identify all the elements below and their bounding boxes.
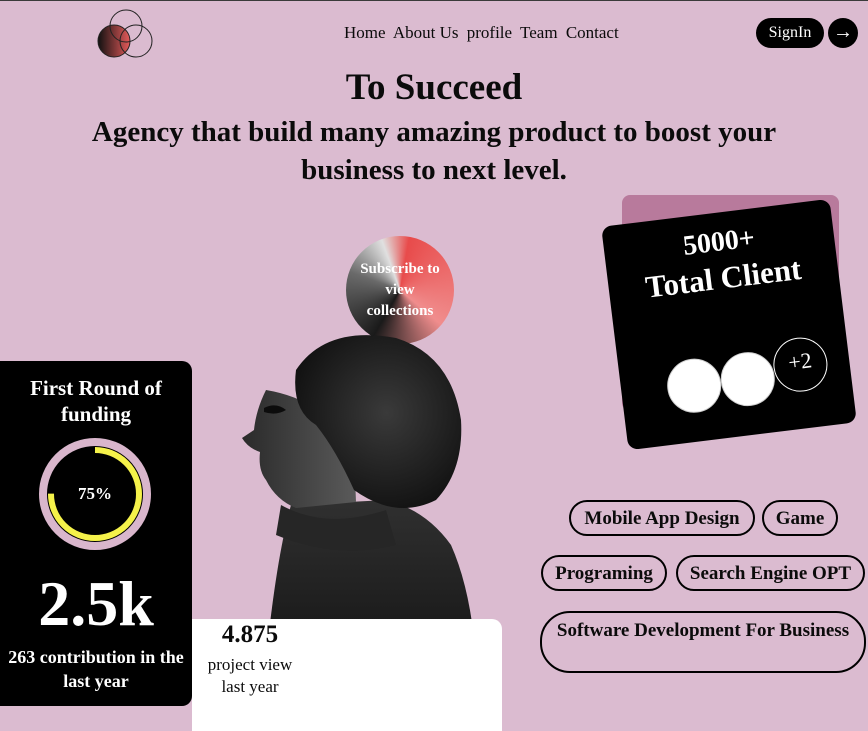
signin-button[interactable]: SignIn xyxy=(756,18,824,48)
nav-profile[interactable]: profile xyxy=(467,23,512,42)
service-search-engine-opt[interactable]: Search Engine OPT xyxy=(676,555,865,591)
service-software-development[interactable]: Software Development For Business xyxy=(540,611,866,673)
progress-percent: 75% xyxy=(78,484,112,503)
funding-card: First Round of funding 75% 2.5k 263 cont… xyxy=(0,361,192,706)
more-clients-badge[interactable]: +2 xyxy=(770,334,831,395)
nav-home[interactable]: Home xyxy=(344,23,386,42)
person-photo xyxy=(242,335,476,660)
service-programing[interactable]: Programing xyxy=(541,555,667,591)
main-nav: Home About Us profile Team Contact xyxy=(344,23,623,43)
arrow-right-icon[interactable]: → xyxy=(828,18,858,48)
nav-about-us[interactable]: About Us xyxy=(393,23,459,42)
nav-team[interactable]: Team xyxy=(520,23,558,42)
contribution-total: 2.5k xyxy=(38,568,154,639)
funding-title: First Round of funding xyxy=(30,376,162,426)
views-number: 4.875 xyxy=(221,621,279,648)
overlapping-circles-logo[interactable] xyxy=(96,8,156,62)
hero-title: To Succeed xyxy=(345,67,523,108)
hero-subtitle: Agency that build many amazing product t… xyxy=(91,116,777,186)
service-game[interactable]: Game xyxy=(762,500,838,536)
contribution-caption: 263 contribution in the last year xyxy=(8,647,184,691)
avatar[interactable] xyxy=(664,355,725,416)
subscribe-label: Subscribe to view collections xyxy=(360,260,440,319)
total-client-card: 5000+ Total Client +2 xyxy=(601,198,857,451)
subscribe-button[interactable]: Subscribe to view collections xyxy=(346,236,454,344)
nav-contact[interactable]: Contact xyxy=(566,23,619,42)
views-label: project view last year xyxy=(207,655,293,696)
avatar[interactable] xyxy=(717,349,778,410)
top-border xyxy=(0,0,868,1)
service-mobile-app-design[interactable]: Mobile App Design xyxy=(569,500,755,536)
